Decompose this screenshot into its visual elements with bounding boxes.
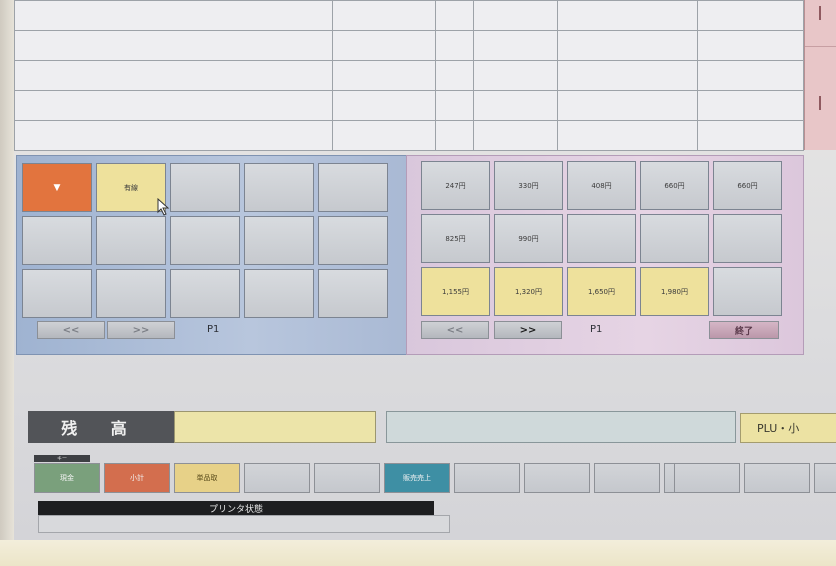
balance-label: 残 高 [28, 411, 174, 443]
order-table-grid [14, 0, 804, 151]
left_panel-key[interactable] [318, 163, 388, 212]
left_panel-key[interactable] [96, 269, 166, 318]
right_panel-key[interactable]: 330円 [494, 161, 563, 210]
page-indicator: P1 [207, 324, 220, 335]
right_panel-key[interactable]: 1,650円 [567, 267, 636, 316]
right_panel-key[interactable] [640, 214, 709, 263]
right_panel-key[interactable]: 408円 [567, 161, 636, 210]
right_panel-key[interactable]: 247円 [421, 161, 490, 210]
left_panel-key[interactable] [318, 216, 388, 265]
left_panel-key[interactable] [244, 269, 314, 318]
page-indicator: P1 [590, 324, 603, 335]
next-page-button[interactable]: >> [494, 321, 562, 339]
printer-status-label: プリンタ状態 [38, 501, 434, 515]
function-key[interactable] [454, 463, 520, 493]
order-table [14, 0, 804, 151]
function-key[interactable] [594, 463, 660, 493]
table-row[interactable] [14, 0, 804, 31]
balance-value [174, 411, 376, 443]
table-row[interactable] [14, 120, 804, 151]
right_panel-key[interactable]: 825円 [421, 214, 490, 263]
plu-button[interactable]: PLU・小 [740, 413, 836, 443]
scroll-strip[interactable] [804, 0, 836, 150]
left_panel-key[interactable] [170, 216, 240, 265]
screen-bezel-left [0, 0, 14, 566]
function-key[interactable]: 小計 [104, 463, 170, 493]
next-page-button[interactable]: >> [107, 321, 175, 339]
prev-page-button[interactable]: << [37, 321, 105, 339]
right_panel-key[interactable]: 1,980円 [640, 267, 709, 316]
scroll-up-mark [819, 6, 821, 20]
scroll-down-mark [819, 96, 821, 110]
mouse-cursor-icon [157, 198, 170, 216]
category-panel: ▼ 有線 << >> P1 [16, 155, 408, 355]
right_panel-key[interactable] [713, 214, 782, 263]
left_panel-key[interactable]: ▼ [22, 163, 92, 212]
right_panel-key[interactable]: 1,320円 [494, 267, 563, 316]
left_panel-key[interactable] [170, 269, 240, 318]
function-key[interactable] [674, 463, 740, 493]
left_panel-key[interactable] [244, 216, 314, 265]
table-row[interactable] [14, 60, 804, 91]
left_panel-key[interactable] [244, 163, 314, 212]
prev-page-button[interactable]: << [421, 321, 489, 339]
price-panel: 247円 330円 408円 660円 660円 825円 990円 1,155円 1,320円… [406, 155, 804, 355]
end-button[interactable]: 終了 [709, 321, 779, 339]
left_panel-key[interactable] [318, 269, 388, 318]
printer-status-field [38, 515, 450, 533]
table-row[interactable] [14, 90, 804, 121]
screen-bezel-bottom [0, 540, 836, 566]
left_panel-key[interactable]: 有線 [96, 163, 166, 212]
table-row[interactable] [14, 30, 804, 61]
function-key[interactable]: 単品取 [174, 463, 240, 493]
left_panel-key[interactable] [22, 216, 92, 265]
message-display [386, 411, 736, 443]
function-key[interactable] [244, 463, 310, 493]
right_panel-key[interactable]: 660円 [640, 161, 709, 210]
right_panel-key[interactable] [713, 267, 782, 316]
pos-screen: ▼ 有線 << >> P1 247円 330円 408円 660円 660円 825円 990円 1,… [14, 0, 836, 540]
right_panel-key[interactable]: 990円 [494, 214, 563, 263]
function-key[interactable] [314, 463, 380, 493]
left_panel-key[interactable] [170, 163, 240, 212]
function-key[interactable]: 現金 [34, 463, 100, 493]
right_panel-key[interactable] [567, 214, 636, 263]
function-key[interactable] [524, 463, 590, 493]
left_panel-key[interactable] [96, 216, 166, 265]
function-keys-header: キー [34, 455, 90, 462]
right_panel-key[interactable]: 660円 [713, 161, 782, 210]
right_panel-key[interactable]: 1,155円 [421, 267, 490, 316]
function-key[interactable]: 販売売上 [384, 463, 450, 493]
function-key[interactable] [814, 463, 836, 493]
function-key[interactable] [744, 463, 810, 493]
left_panel-key[interactable] [22, 269, 92, 318]
